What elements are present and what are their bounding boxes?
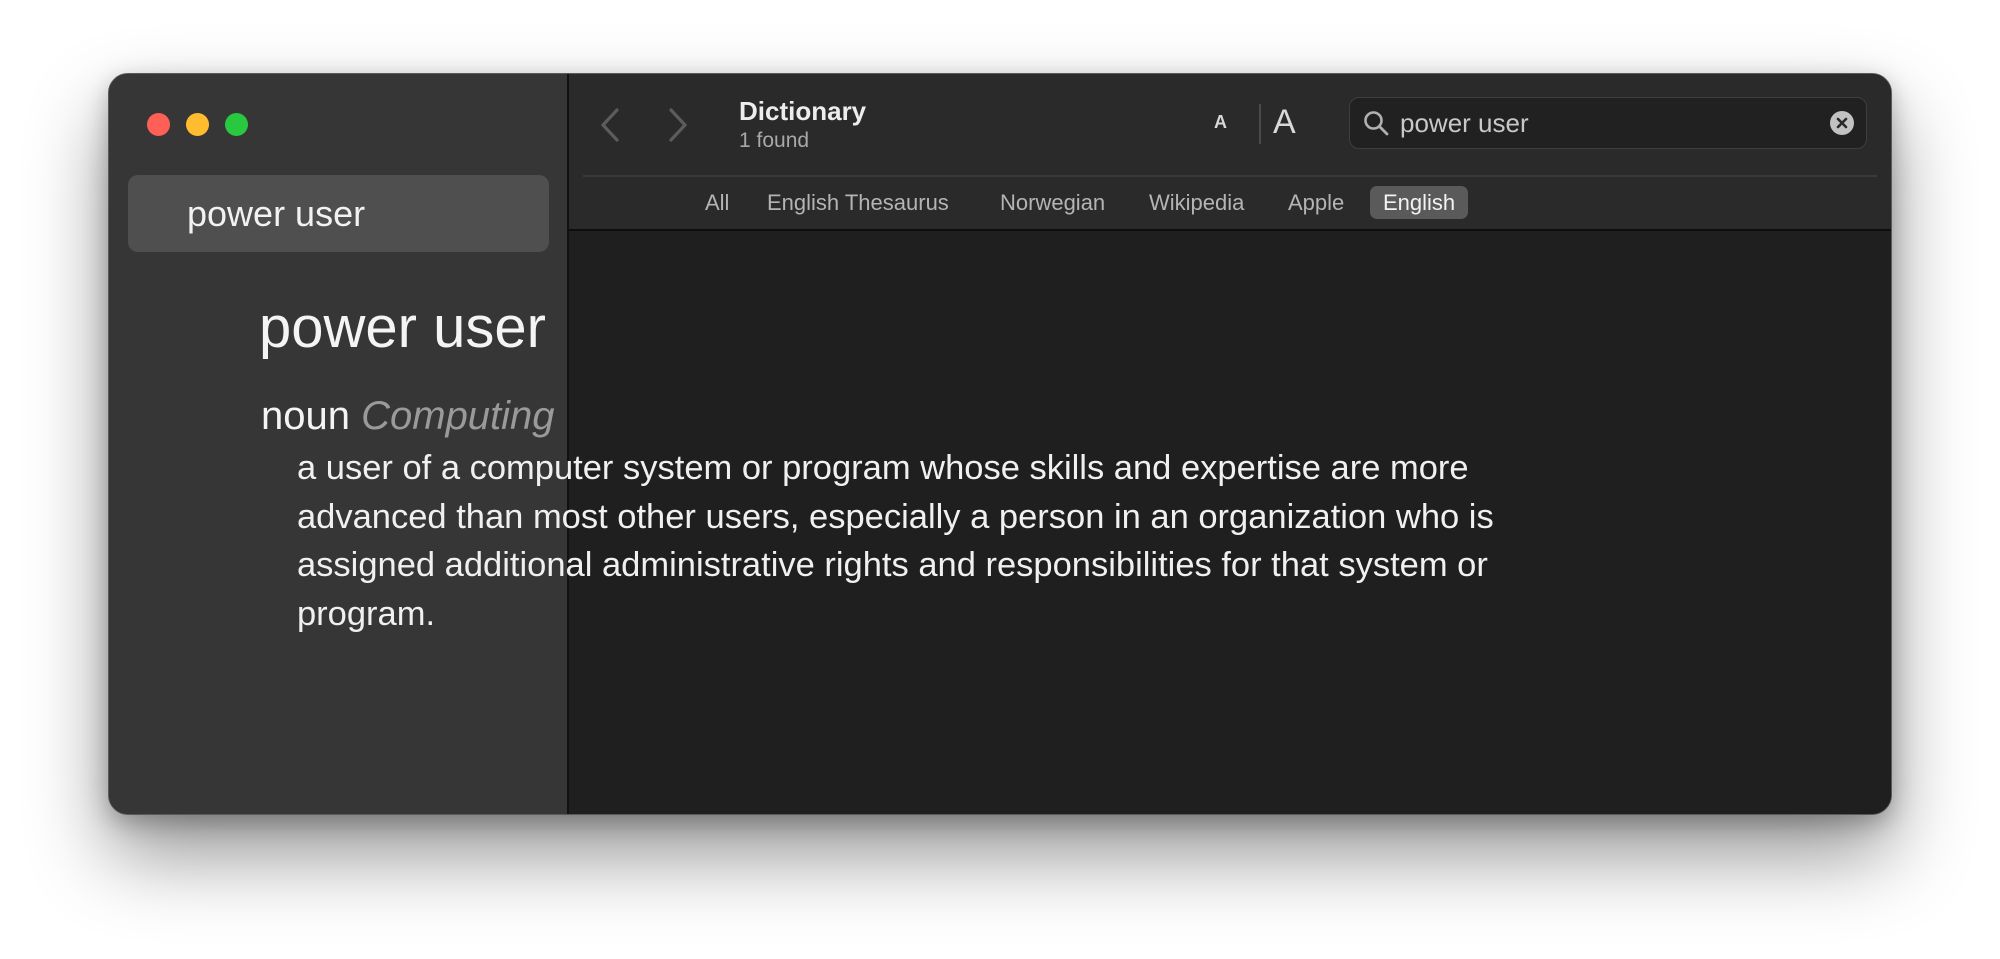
search-field[interactable]: [1349, 97, 1867, 149]
window-title: Dictionary: [739, 96, 867, 126]
search-icon: [1364, 111, 1389, 136]
search-input[interactable]: [1400, 106, 1800, 140]
tab-wikipedia[interactable]: Wikipedia: [1149, 186, 1244, 219]
forward-button[interactable]: [657, 102, 697, 148]
tab-all[interactable]: All: [705, 186, 729, 219]
toolbar: Dictionary 1 found A A power user All En…: [569, 74, 1891, 231]
tab-english[interactable]: English: [1370, 186, 1469, 219]
domain-label: Computing: [361, 394, 555, 438]
increase-font-size-button[interactable]: A: [1273, 103, 1296, 142]
tab-norwegian[interactable]: Norwegian: [1000, 186, 1105, 219]
minimize-button[interactable]: [186, 113, 209, 136]
close-button[interactable]: [147, 113, 170, 136]
toolbar-divider: [583, 175, 1877, 177]
source-tabs: All English Thesaurus Norwegian Wikipedi…: [569, 186, 1891, 220]
results-count: 1 found: [739, 129, 810, 152]
close-icon: [1836, 117, 1848, 129]
tab-english-thesaurus[interactable]: English Thesaurus: [767, 186, 949, 219]
decrease-font-size-button[interactable]: A: [1214, 112, 1227, 133]
zoom-button[interactable]: [225, 113, 248, 136]
part-of-speech: noun: [261, 394, 350, 438]
back-button[interactable]: [591, 102, 631, 148]
clear-search-button[interactable]: [1830, 111, 1854, 135]
font-size-divider: [1259, 104, 1261, 144]
entry-part-of-speech-line: noun Computing: [261, 394, 555, 439]
chevron-left-icon: [601, 108, 619, 142]
dictionary-window: power user Dictionary 1 found A A power …: [108, 73, 1892, 815]
sidebar-item-label: power user: [187, 193, 366, 234]
chevron-right-icon: [669, 108, 687, 142]
tab-apple[interactable]: Apple: [1288, 186, 1344, 219]
sidebar-item-power-user[interactable]: power user: [128, 175, 549, 252]
entry-headword: power user: [259, 295, 546, 360]
entry-definition: a user of a computer system or program w…: [297, 449, 1494, 633]
